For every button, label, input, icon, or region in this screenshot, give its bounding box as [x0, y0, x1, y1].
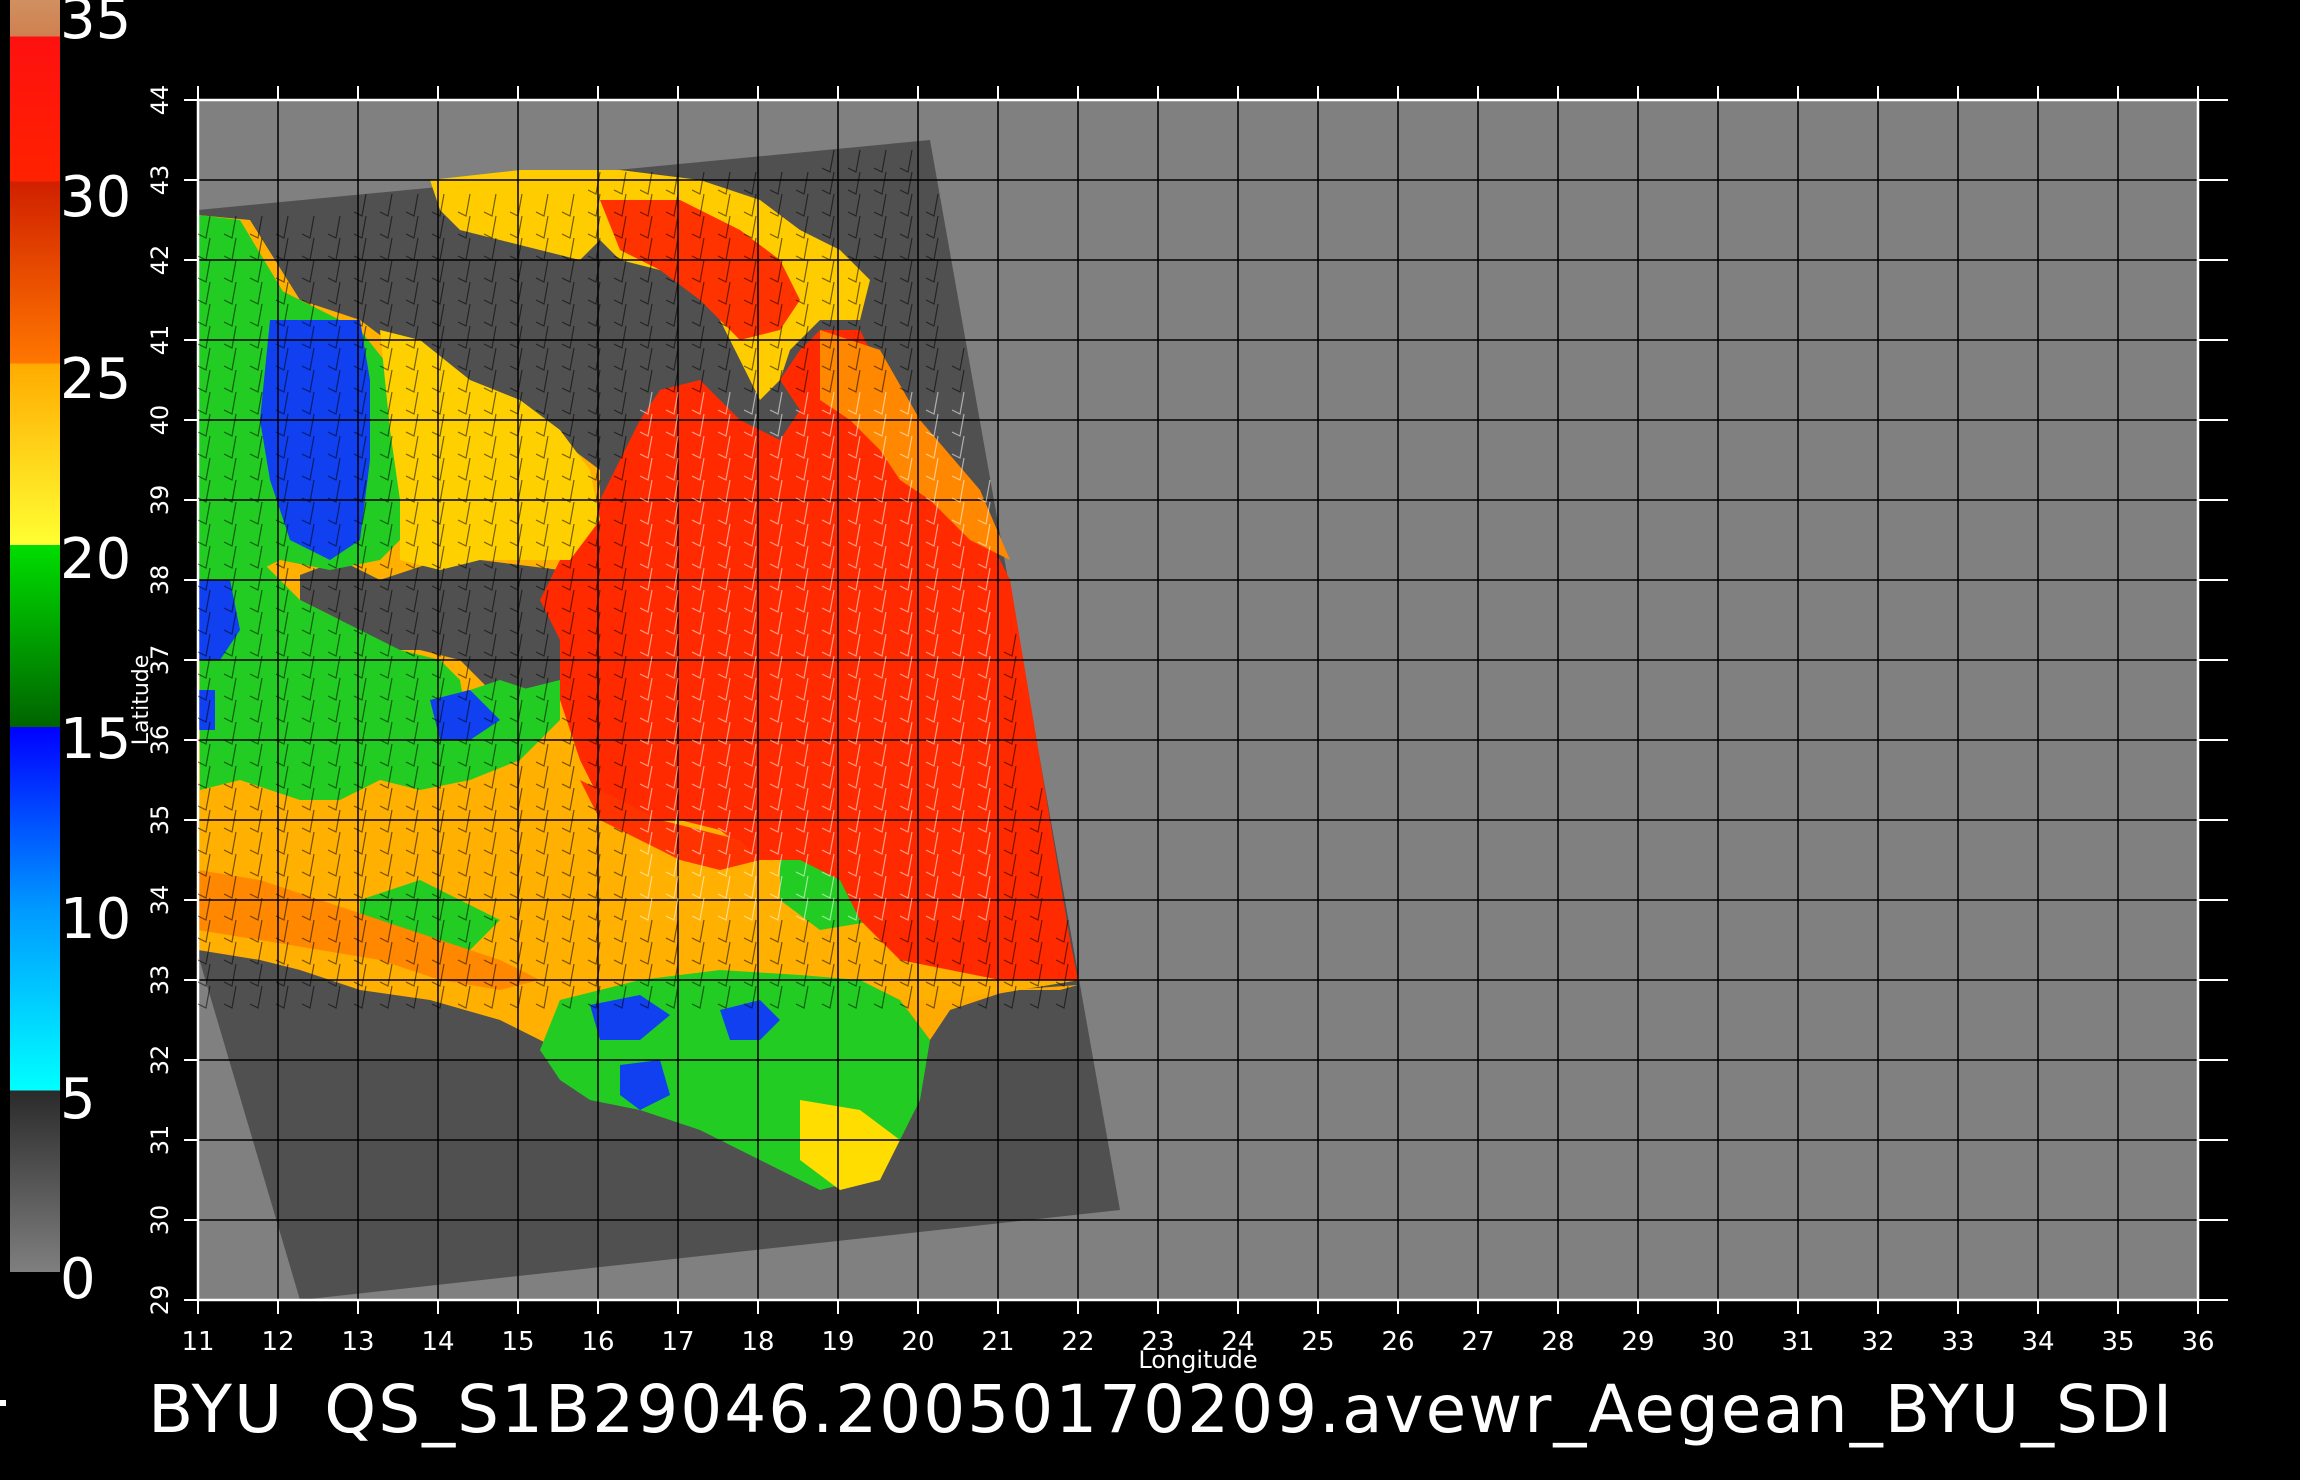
x-tick-label: 12 [261, 1327, 294, 1357]
x-tick-label: 27 [1461, 1327, 1494, 1357]
y-axis-label: Latitude [129, 655, 154, 746]
y-tick-label: 41 [146, 325, 174, 356]
caption-filename: QS_S1B29046.20050170209.avewr_Aegean_BYU… [324, 1371, 2175, 1448]
colorbar-gradient [10, 0, 60, 1272]
file-caption: BYU QS_S1B29046.20050170209.avewr_Aegean_… [148, 1370, 2174, 1450]
x-tick-label: 19 [821, 1327, 854, 1357]
y-tick-label: 34 [146, 885, 174, 916]
y-tick-label: 32 [146, 1045, 174, 1076]
colorbar [10, 0, 60, 1272]
x-tick-label: 16 [581, 1327, 614, 1357]
y-tick-label: 38 [146, 565, 174, 596]
y-tick-label: 43 [146, 165, 174, 196]
x-tick-label: 14 [421, 1327, 454, 1357]
x-tick-label: 17 [661, 1327, 694, 1357]
x-tick-label: 15 [501, 1327, 534, 1357]
y-tick-label: 31 [146, 1125, 174, 1156]
map-plot-area: 11 12 13 14 15 16 17 18 19 20 21 22 23 24 25 26 27 28 29 30… [129, 85, 2228, 1374]
colorbar-label-35: 35 [60, 0, 132, 52]
x-tick-label: 26 [1381, 1327, 1414, 1357]
x-tick-label: 32 [1861, 1327, 1894, 1357]
x-tick-label: 18 [741, 1327, 774, 1357]
colorbar-label-5: 5 [60, 1067, 96, 1132]
caption-source: BYU [148, 1371, 285, 1448]
x-tick-label: 29 [1621, 1327, 1654, 1357]
y-tick-label: 39 [146, 485, 174, 516]
colorbar-label-20: 20 [60, 527, 132, 592]
colorbar-label-15: 15 [60, 707, 132, 772]
y-tick-label: 30 [146, 1205, 174, 1236]
y-tick-label: 35 [146, 805, 174, 836]
x-tick-label: 33 [1941, 1327, 1974, 1357]
x-tick-label: 35 [2101, 1327, 2134, 1357]
y-tick-label: 44 [146, 85, 174, 116]
colorbar-label-0: 0 [60, 1247, 96, 1312]
colorbar-label-10: 10 [60, 887, 132, 952]
y-tick-label: 33 [146, 965, 174, 996]
y-tick-label: 42 [146, 245, 174, 276]
x-tick-label: 31 [1781, 1327, 1814, 1357]
x-tick-label: 11 [181, 1327, 214, 1357]
colorbar-label-30: 30 [60, 165, 132, 230]
x-tick-label: 20 [901, 1327, 934, 1357]
wind-map-figure: 11 12 13 14 15 16 17 18 19 20 21 22 23 24 25 26 27 28 29 30… [10, 0, 2228, 1374]
x-tick-label: 34 [2021, 1327, 2054, 1357]
x-tick-label: 30 [1701, 1327, 1734, 1357]
y-tick-label: 29 [146, 1285, 174, 1316]
y-tick-label: 40 [146, 405, 174, 436]
x-tick-label: 36 [2181, 1327, 2214, 1357]
x-tick-label: 25 [1301, 1327, 1334, 1357]
x-tick-label: 28 [1541, 1327, 1574, 1357]
x-tick-label: 13 [341, 1327, 374, 1357]
x-tick-label: 21 [981, 1327, 1014, 1357]
x-tick-label: 22 [1061, 1327, 1094, 1357]
colorbar-label-25: 25 [60, 347, 132, 412]
edge-marker [0, 1400, 6, 1406]
